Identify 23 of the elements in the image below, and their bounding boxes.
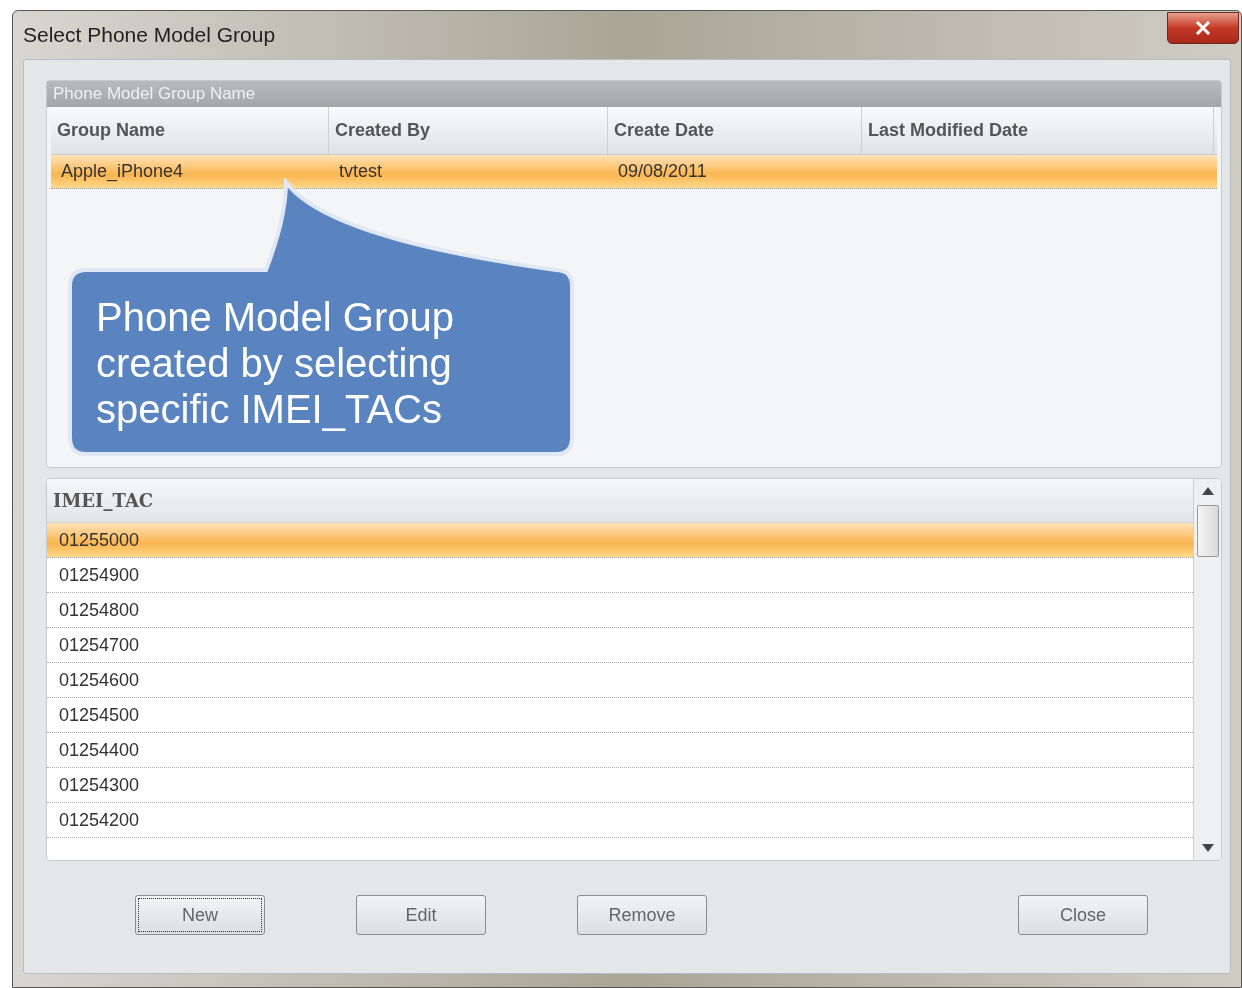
close-button[interactable] (1167, 12, 1239, 44)
column-header[interactable]: Created By (329, 107, 608, 154)
dialog-button[interactable]: New (135, 895, 265, 935)
table-cell-text: Apple_iPhone4 (61, 160, 184, 184)
column-header[interactable]: Create Date (608, 107, 862, 154)
list-row[interactable]: 01255000 (47, 523, 1193, 558)
scroll-up-icon[interactable] (1201, 487, 1214, 495)
panel-title: Phone Model Group Name (53, 82, 256, 105)
table-row[interactable]: Apple_iPhone4 tvtest 09/08/2011 (51, 155, 1217, 189)
dialog-button[interactable]: Edit (356, 895, 486, 935)
table-cell-text: 09/08/2011 (618, 160, 707, 183)
column-header[interactable]: Last Modified Date (862, 107, 1214, 154)
scroll-thumb[interactable] (1196, 505, 1219, 557)
close-icon (1195, 21, 1211, 35)
window-title: Select Phone Model Group (23, 22, 276, 49)
dialog-button[interactable]: Remove (577, 895, 707, 935)
scroll-down-icon[interactable] (1201, 844, 1214, 852)
column-header[interactable]: Group Name (51, 107, 329, 154)
column-header[interactable]: IMEI_TAC (53, 487, 154, 514)
table-cell-text: tvtest (339, 160, 382, 183)
dialog-button[interactable]: Close (1018, 895, 1148, 935)
callout-text: Phone Model Group created by selecting specific IMEI_TACs (96, 294, 455, 432)
scrollbar[interactable] (1193, 479, 1221, 860)
